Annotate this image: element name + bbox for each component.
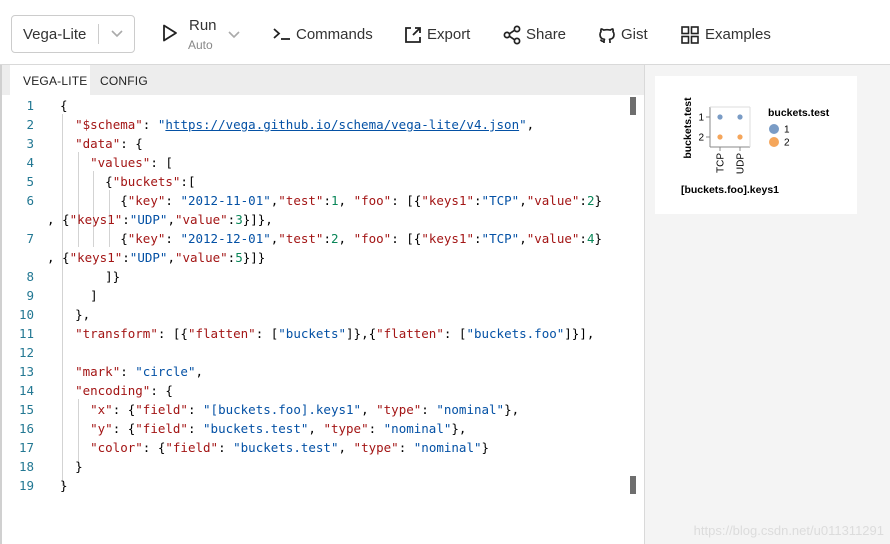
line-number: 7 (26, 231, 34, 246)
code-line: "y": {"field": "buckets.test", "type": "… (90, 421, 467, 436)
code-line: "encoding": { (75, 383, 173, 398)
run-button[interactable]: Run Auto (160, 0, 248, 65)
watermark-text: https://blog.csdn.net/u011311291 (693, 523, 884, 538)
line-number: 5 (26, 174, 34, 189)
toolbar: Vega-Lite Run Auto Commands Export Share… (0, 0, 890, 65)
y-axis-title: buckets.test (682, 97, 694, 159)
play-icon (163, 24, 177, 42)
export-label: Export (427, 26, 471, 43)
code-line: {"key": "2012-12-01","test":2, "foo": [{… (120, 231, 602, 246)
line-number: 4 (26, 155, 34, 170)
legend-label: 1 (784, 125, 790, 136)
code-line: } (60, 478, 68, 493)
visualization-card: 1 2 TCP UDP buckets.test [buckets.foo].keys… (655, 76, 857, 214)
line-number: 11 (18, 326, 34, 341)
code-line: ] (90, 288, 98, 303)
line-number: 8 (26, 269, 34, 284)
chevron-down-icon[interactable] (227, 30, 241, 40)
mode-select-value: Vega-Lite (23, 26, 87, 43)
chevron-down-icon[interactable] (110, 29, 124, 39)
code-line: , {"keys1":"UDP","value":5}]} (47, 250, 266, 265)
legend-symbol (769, 124, 779, 134)
share-icon (503, 25, 521, 45)
line-number: 14 (18, 383, 34, 398)
mode-select[interactable]: Vega-Lite (11, 15, 135, 53)
line-number: 15 (18, 402, 34, 417)
code-line: "color": {"field": "buckets.test", "type… (90, 440, 490, 455)
editor-tabs: VEGA-LITE CONFIG (0, 65, 644, 95)
scrollbar-marker (630, 476, 636, 494)
code-line: ]} (105, 269, 121, 284)
code-line: { (60, 98, 68, 113)
scrollbar-marker (630, 97, 636, 115)
tab-config[interactable]: CONFIG (100, 74, 148, 88)
data-point[interactable] (717, 134, 723, 140)
line-number: 18 (18, 459, 34, 474)
legend-label: 2 (784, 138, 790, 149)
run-auto-label: Auto (188, 38, 213, 52)
legend-title: buckets.test (768, 107, 830, 119)
code-line: "values": [ (90, 155, 173, 170)
line-number: 16 (18, 421, 34, 436)
commands-label: Commands (296, 26, 373, 43)
line-number: 10 (18, 307, 34, 322)
grid-icon (681, 26, 699, 44)
line-number: 3 (26, 136, 34, 151)
line-number: 1 (26, 98, 34, 113)
x-tick-label: UDP (736, 153, 747, 174)
legend-symbol (769, 137, 779, 147)
gist-label: Gist (621, 26, 648, 43)
code-line: {"buckets":[ (105, 174, 196, 189)
editor-left-border (0, 65, 2, 544)
preview-pane: 1 2 TCP UDP buckets.test [buckets.foo].keys… (645, 65, 890, 544)
run-label: Run (189, 17, 217, 34)
code-line: "data": { (75, 136, 143, 151)
mode-select-separator (98, 24, 99, 44)
data-point[interactable] (717, 114, 723, 120)
export-icon (405, 27, 421, 43)
chart[interactable]: 1 2 TCP UDP buckets.test [buckets.foo].keys… (655, 76, 857, 214)
line-number: 19 (18, 478, 34, 493)
y-tick-label: 2 (698, 133, 704, 144)
x-axis-title: [buckets.foo].keys1 (681, 184, 779, 196)
code-line: } (75, 459, 83, 474)
data-point[interactable] (737, 114, 743, 120)
line-number: 13 (18, 364, 34, 379)
line-number: 6 (26, 193, 34, 208)
line-number: 9 (26, 288, 34, 303)
code-line: "transform": [{"flatten": ["buckets"]},{… (75, 326, 595, 341)
share-label: Share (526, 26, 567, 43)
code-line: "x": {"field": "[buckets.foo].keys1", "t… (90, 402, 520, 417)
code-editor[interactable]: 1 2 3 4 5 6 7 8 9 10 11 12 13 14 15 16 17 18 19 { "$schema… (0, 95, 630, 544)
line-number: 12 (18, 345, 34, 360)
code-line: }, (75, 307, 91, 322)
share-button[interactable]: Share (500, 0, 568, 65)
y-tick-label: 1 (698, 113, 704, 124)
line-number: 17 (18, 440, 34, 455)
github-icon (599, 28, 615, 44)
data-point[interactable] (737, 134, 743, 140)
export-button[interactable]: Export (401, 0, 473, 65)
code-line: , {"keys1":"UDP","value":3}]}, (47, 212, 273, 227)
editor-pane: VEGA-LITE CONFIG 1 2 3 4 5 6 7 8 9 10 11 12 13 14 15 16… (0, 65, 645, 544)
tab-vega-lite[interactable]: VEGA-LITE (23, 74, 87, 88)
gist-button[interactable]: Gist (595, 0, 655, 65)
code-line: "$schema": "https://vega.github.io/schem… (75, 117, 535, 132)
examples-label: Examples (705, 26, 771, 43)
line-number: 2 (26, 117, 34, 132)
code-line: "mark": "circle", (75, 364, 204, 379)
x-tick-label: TCP (716, 153, 727, 173)
terminal-icon (273, 28, 290, 40)
commands-button[interactable]: Commands (270, 0, 374, 65)
examples-button[interactable]: Examples (679, 0, 774, 65)
code-line: {"key": "2012-11-01","test":1, "foo": [{… (120, 193, 602, 208)
